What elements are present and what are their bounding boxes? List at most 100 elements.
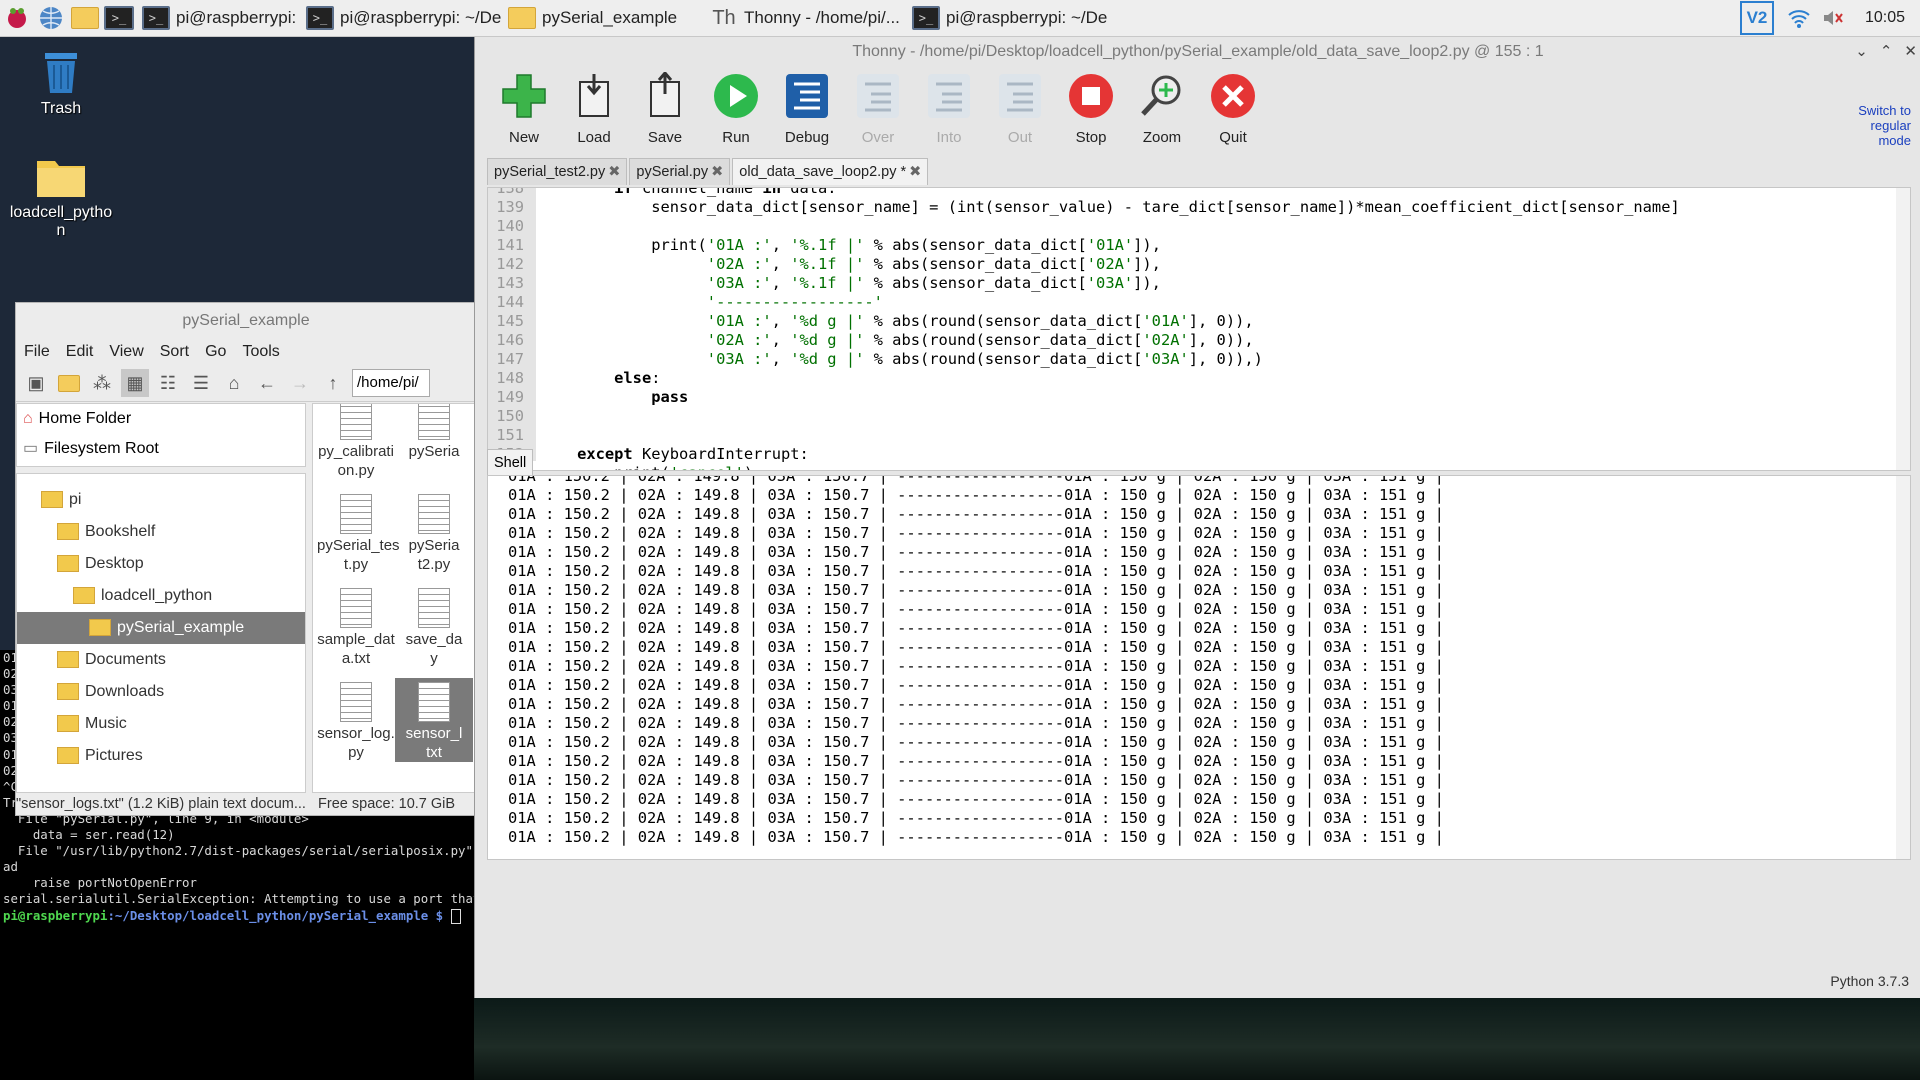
code-line[interactable]: print('01A :', '%.1f |' % abs(sensor_dat… xyxy=(540,236,1892,255)
file-item[interactable]: sensor_l txt xyxy=(395,678,473,762)
tab-file[interactable]: pySerial.py ✖ xyxy=(629,158,731,185)
thumbnail-view-icon[interactable]: ▦ xyxy=(121,369,149,397)
task-terminal-3[interactable]: >_ pi@raspberrypi: ~/De... xyxy=(906,2,1108,34)
place-filesystem-root[interactable]: ▭ Filesystem Root xyxy=(17,434,305,464)
code-line[interactable]: '03A :', '%.1f |' % abs(sensor_data_dict… xyxy=(540,274,1892,293)
shell-output: 01A : 150.2 | 02A : 149.8 | 03A : 150.7 … xyxy=(508,476,1444,847)
tree-item[interactable]: loadcell_python xyxy=(17,580,305,612)
desktop-folder-loadcell[interactable]: loadcell_python xyxy=(6,155,116,240)
menu-go[interactable]: Go xyxy=(205,343,226,361)
stop-button[interactable]: Stop xyxy=(1056,71,1126,146)
new-window-icon[interactable]: ▣ xyxy=(22,369,50,397)
close-tab-icon[interactable]: ✖ xyxy=(711,164,723,180)
code-line[interactable]: print('cancel') xyxy=(540,464,1892,470)
editor-scrollbar[interactable] xyxy=(1896,188,1910,470)
close-icon[interactable]: ✕ xyxy=(1904,43,1917,60)
compact-view-icon[interactable]: ☷ xyxy=(154,369,182,397)
switch-mode-link[interactable]: Switch to regular mode xyxy=(1841,103,1911,148)
new-button[interactable]: New xyxy=(489,71,559,146)
code-line[interactable]: ​ xyxy=(540,217,1892,236)
file-item[interactable]: save_da y xyxy=(395,584,473,668)
code-line[interactable]: if channel_name in data: xyxy=(540,188,1892,198)
file-item[interactable]: sample_dat a.txt xyxy=(317,584,395,668)
file-item[interactable]: pySeria xyxy=(395,404,473,461)
line-number: 141 xyxy=(496,236,524,254)
clock[interactable]: 10:05 xyxy=(1850,9,1920,27)
close-tab-icon[interactable]: ✖ xyxy=(909,164,921,180)
tree-item[interactable]: Pictures xyxy=(17,740,305,772)
text-file-icon xyxy=(418,404,450,440)
task-file-manager[interactable]: pySerial_example xyxy=(502,2,704,34)
home-icon[interactable]: ⌂ xyxy=(220,369,248,397)
path-bar[interactable]: /home/pi/ xyxy=(352,369,430,397)
minimize-icon[interactable]: ⌄ xyxy=(1855,43,1868,60)
code-area[interactable]: if channel_name in data: sensor_data_dic… xyxy=(540,188,1892,470)
code-line[interactable]: pass xyxy=(540,388,1892,407)
place-home-folder[interactable]: ⌂ Home Folder xyxy=(17,404,305,434)
tree-item[interactable]: pySerial_example xyxy=(17,612,305,644)
tree-item[interactable]: pi xyxy=(17,484,305,516)
tree-item[interactable]: Music xyxy=(17,708,305,740)
menu-file[interactable]: File xyxy=(24,343,50,361)
maximize-icon[interactable]: ⌃ xyxy=(1880,43,1893,60)
file-manager-icon[interactable] xyxy=(68,1,102,35)
up-arrow-icon[interactable]: ↑ xyxy=(319,369,347,397)
file-item[interactable]: py_calibrati on.py xyxy=(317,404,395,480)
code-line[interactable]: '-----------------' xyxy=(540,293,1892,312)
task-thonny[interactable]: Th Thonny - /home/pi/... xyxy=(704,2,906,34)
code-line[interactable]: except KeyboardInterrupt: xyxy=(540,445,1892,464)
out-button[interactable]: Out xyxy=(985,71,1055,146)
text-file-icon xyxy=(418,588,450,628)
over-button[interactable]: Over xyxy=(843,71,913,146)
close-tab-icon[interactable]: ✖ xyxy=(608,164,620,180)
into-button[interactable]: Into xyxy=(914,71,984,146)
code-line[interactable]: ​ xyxy=(540,426,1892,445)
back-arrow-icon[interactable]: ← xyxy=(253,369,281,397)
code-line[interactable]: ​ xyxy=(540,407,1892,426)
directory-tree: pi Bookshelf Desktop loadcell_python pySeria… xyxy=(16,473,306,793)
raspberry-menu-icon[interactable] xyxy=(0,1,34,35)
shell-scrollbar[interactable] xyxy=(1896,476,1910,859)
zoom-button[interactable]: Zoom xyxy=(1127,71,1197,146)
wifi-icon[interactable] xyxy=(1782,1,1816,35)
code-line[interactable]: '02A :', '%d g |' % abs(round(sensor_dat… xyxy=(540,331,1892,350)
list-view-icon[interactable]: ☰ xyxy=(187,369,215,397)
code-line[interactable]: '03A :', '%d g |' % abs(round(sensor_dat… xyxy=(540,350,1892,369)
load-button[interactable]: Load xyxy=(559,71,629,146)
tab-file[interactable]: pySerial_test2.py ✖ xyxy=(487,158,628,185)
menu-view[interactable]: View xyxy=(109,343,143,361)
menu-sort[interactable]: Sort xyxy=(160,343,189,361)
forward-arrow-icon[interactable]: → xyxy=(286,369,314,397)
file-item[interactable]: sensor_log. py xyxy=(317,678,395,762)
code-line[interactable]: sensor_data_dict[sensor_name] = (int(sen… xyxy=(540,198,1892,217)
menu-edit[interactable]: Edit xyxy=(66,343,94,361)
tab-shell[interactable]: Shell xyxy=(487,449,534,476)
tree-item[interactable]: Documents xyxy=(17,644,305,676)
terminal-launcher-icon[interactable]: >_ xyxy=(102,1,136,35)
code-line[interactable]: '02A :', '%.1f |' % abs(sensor_data_dict… xyxy=(540,255,1892,274)
volume-muted-icon[interactable] xyxy=(1816,1,1850,35)
task-terminal-1[interactable]: >_ pi@raspberrypi: ~ xyxy=(136,2,300,34)
quit-button[interactable]: Quit xyxy=(1198,71,1268,146)
tab-file[interactable]: old_data_save_loop2.py * ✖ xyxy=(732,158,929,185)
file-item[interactable]: pySerial_tes t.py xyxy=(317,490,400,574)
icon-view-icon[interactable]: ⁂ xyxy=(88,369,116,397)
code-line[interactable]: '01A :', '%d g |' % abs(round(sensor_dat… xyxy=(540,312,1892,331)
run-button[interactable]: Run xyxy=(701,71,771,146)
new-folder-icon[interactable] xyxy=(55,369,83,397)
shell-panel[interactable]: 01A : 150.2 | 02A : 149.8 | 03A : 150.7 … xyxy=(487,475,1911,860)
tree-item[interactable]: Downloads xyxy=(17,676,305,708)
save-button[interactable]: Save xyxy=(630,71,700,146)
python-version[interactable]: Python 3.7.3 xyxy=(1830,973,1909,989)
tree-item[interactable]: Desktop xyxy=(17,548,305,580)
desktop-trash[interactable]: Trash xyxy=(6,49,116,118)
task-terminal-2[interactable]: >_ pi@raspberrypi: ~/De... xyxy=(300,2,502,34)
code-editor[interactable]: 138 139 140 141 142 143 144 145 146 147 148 149 150 1… xyxy=(487,187,1911,471)
file-item[interactable]: pySeria t2.py xyxy=(395,490,473,574)
web-browser-icon[interactable] xyxy=(34,1,68,35)
menu-tools[interactable]: Tools xyxy=(242,343,279,361)
tree-item[interactable]: Bookshelf xyxy=(17,516,305,548)
vnc-icon[interactable]: V2 xyxy=(1740,1,1774,35)
debug-button[interactable]: Debug xyxy=(772,71,842,146)
code-line[interactable]: else: xyxy=(540,369,1892,388)
